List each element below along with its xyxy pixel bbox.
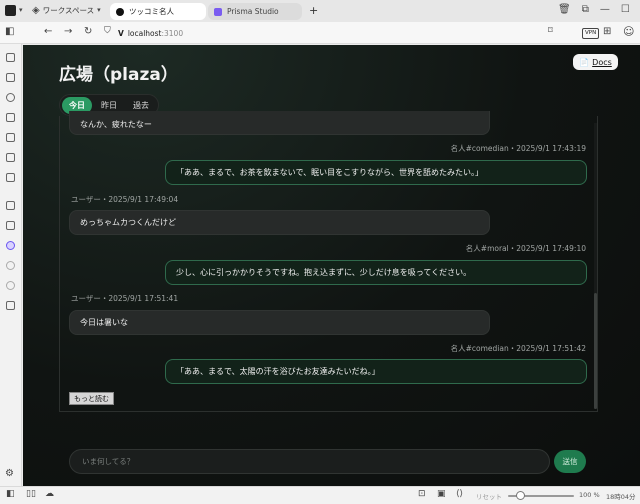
- clock: 18時04分: [606, 493, 636, 501]
- back-arrow-icon[interactable]: ←: [44, 27, 52, 37]
- chevron-down-icon: ▾: [19, 6, 23, 14]
- settings-gear-icon[interactable]: ⚙: [5, 469, 14, 479]
- message-text: なんか、疲れたなー: [80, 120, 152, 129]
- notes-icon[interactable]: [6, 113, 15, 122]
- mastodon-icon[interactable]: [6, 241, 15, 250]
- profile-icon[interactable]: ☺: [623, 26, 634, 37]
- window-panel-icon[interactable]: [6, 153, 15, 162]
- post-input[interactable]: いま何してる？: [69, 449, 550, 474]
- layers-icon: ◈: [32, 4, 40, 16]
- plaza-page: 広場（plaza） 📄 Docs 今日 昨日 過去 なんか、疲れたなー 名人#c…: [23, 45, 640, 486]
- url-field[interactable]: V localhost:3100: [118, 26, 570, 40]
- site-info-icon: V: [118, 28, 124, 38]
- message-text: 「ああ、まるで、お茶を飲まないで、眠い目をこすりながら、世界を舐めたみたい。」: [176, 168, 483, 177]
- web-panel-icon[interactable]: [6, 261, 15, 270]
- message-meta: ユーザー・2025/9/1 17:51:41: [71, 294, 179, 303]
- message-bubble-bot: 「ああ、まるで、お茶を飲まないで、眠い目をこすりながら、世界を舐めたみたい。」: [165, 160, 587, 185]
- workspace-label: ワークスペース: [42, 6, 95, 15]
- message-text: 今日は暑いな: [80, 318, 128, 327]
- mail-icon[interactable]: [6, 173, 15, 182]
- load-more-button[interactable]: もっと読む: [69, 392, 114, 405]
- plus-icon: +: [309, 4, 319, 17]
- tab-favicon-icon: [116, 7, 124, 16]
- app-logo-icon: [5, 5, 16, 16]
- tab-label: Prisma Studio: [227, 7, 279, 16]
- window-controls: 🗑 ⧉ — ☐ ✕: [558, 5, 640, 15]
- reading-list-icon[interactable]: [6, 133, 15, 142]
- post-input-placeholder: いま何してる？: [82, 457, 135, 466]
- bookmarks-icon[interactable]: [6, 53, 15, 62]
- message-meta: 名人#comedian・2025/9/1 17:43:19: [450, 144, 586, 153]
- maximize-icon[interactable]: ☐: [621, 5, 630, 15]
- docs-button[interactable]: 📄 Docs: [573, 54, 618, 70]
- browser-tab-strip: ▾ ◈ ワークスペース ▾ ツッコミ名人 Prisma Studio + 🗑 ⧉…: [0, 0, 640, 22]
- page-title: 広場（plaza）: [59, 65, 178, 85]
- forward-arrow-icon[interactable]: →: [64, 27, 72, 37]
- add-panel-icon[interactable]: [6, 301, 15, 310]
- docs-label: Docs: [592, 57, 612, 67]
- message-bubble-user: めっちゃムカつくんだけど: [69, 210, 490, 235]
- message-bubble-bot: 「ああ、まるで、太陽の汗を浴びたお友達みたいだね。」: [165, 359, 587, 384]
- prisma-favicon-icon: [214, 7, 222, 16]
- browser-statusbar: ◧ ▯▯ ☁ ⊡ ▣ ⟨⟩ リセット 100 % 18時04分: [0, 486, 640, 504]
- message-text: めっちゃムカつくんだけど: [80, 218, 176, 227]
- calendar-icon[interactable]: [6, 201, 15, 210]
- zoom-level: 100 %: [579, 491, 600, 499]
- trash-icon[interactable]: 🗑: [558, 5, 571, 15]
- message-meta: 名人#moral・2025/9/1 17:49:10: [465, 244, 586, 253]
- history-icon[interactable]: [6, 93, 15, 102]
- new-tab-button[interactable]: +: [309, 4, 318, 17]
- chevron-down-icon: ▾: [97, 6, 101, 14]
- panel-toggle-icon[interactable]: ◧: [6, 490, 15, 499]
- send-button[interactable]: 送信: [554, 450, 586, 473]
- bookmark-icon[interactable]: ⌑: [548, 27, 553, 36]
- feeds-icon[interactable]: [6, 221, 15, 230]
- feed-scrollbar-thumb[interactable]: [594, 293, 597, 409]
- zoom-reset-button[interactable]: リセット: [476, 491, 502, 501]
- gift-icon[interactable]: ⊞: [603, 27, 611, 37]
- browser-sidebar: ⚙: [0, 44, 22, 486]
- restore-icon[interactable]: ⧉: [582, 5, 589, 15]
- page-actions-icon[interactable]: ⟨⟩: [456, 490, 463, 499]
- message-meta: 名人#comedian・2025/9/1 17:51:42: [450, 344, 586, 353]
- image-icon[interactable]: ▣: [437, 490, 446, 499]
- url-port: :3100: [161, 28, 184, 38]
- tab-tsukkomi[interactable]: ツッコミ名人: [110, 3, 206, 20]
- browser-menu-button[interactable]: ▾: [5, 5, 23, 16]
- tab-prisma-studio[interactable]: Prisma Studio: [208, 3, 302, 20]
- document-icon: 📄: [579, 57, 590, 67]
- minimize-icon[interactable]: —: [600, 5, 610, 15]
- message-meta: ユーザー・2025/9/1 17:49:04: [71, 195, 179, 204]
- web-panel-icon[interactable]: [6, 281, 15, 290]
- address-toolbar: ◧ ← → ↻ ⛉ V localhost:3100 ⌑ VPN ⊞ ☺: [0, 22, 640, 44]
- cloud-icon[interactable]: ☁: [45, 490, 54, 499]
- tab-label: ツッコミ名人: [129, 7, 174, 16]
- message-text: 「ああ、まるで、太陽の汗を浴びたお友達みたいだね。」: [176, 367, 380, 376]
- message-bubble-user: 今日は暑いな: [69, 310, 490, 335]
- capture-icon[interactable]: ⊡: [418, 490, 426, 499]
- tile-icon[interactable]: ▯▯: [26, 490, 36, 499]
- reload-icon[interactable]: ↻: [84, 27, 92, 37]
- vpn-badge[interactable]: VPN: [582, 28, 600, 39]
- message-text: 少し、心に引っかかりそうですね。抱え込まずに、少しだけ息を吸ってください。: [176, 268, 472, 277]
- zoom-slider-handle[interactable]: [516, 491, 525, 500]
- shield-icon[interactable]: ⛉: [104, 27, 111, 36]
- workspace-button[interactable]: ◈ ワークスペース ▾: [32, 5, 101, 16]
- message-bubble-bot: 少し、心に引っかかりそうですね。抱え込まずに、少しだけ息を吸ってください。: [165, 260, 587, 285]
- url-host: localhost: [127, 28, 162, 38]
- downloads-icon[interactable]: [6, 73, 15, 82]
- sidebar-toggle-icon[interactable]: ◧: [5, 27, 14, 37]
